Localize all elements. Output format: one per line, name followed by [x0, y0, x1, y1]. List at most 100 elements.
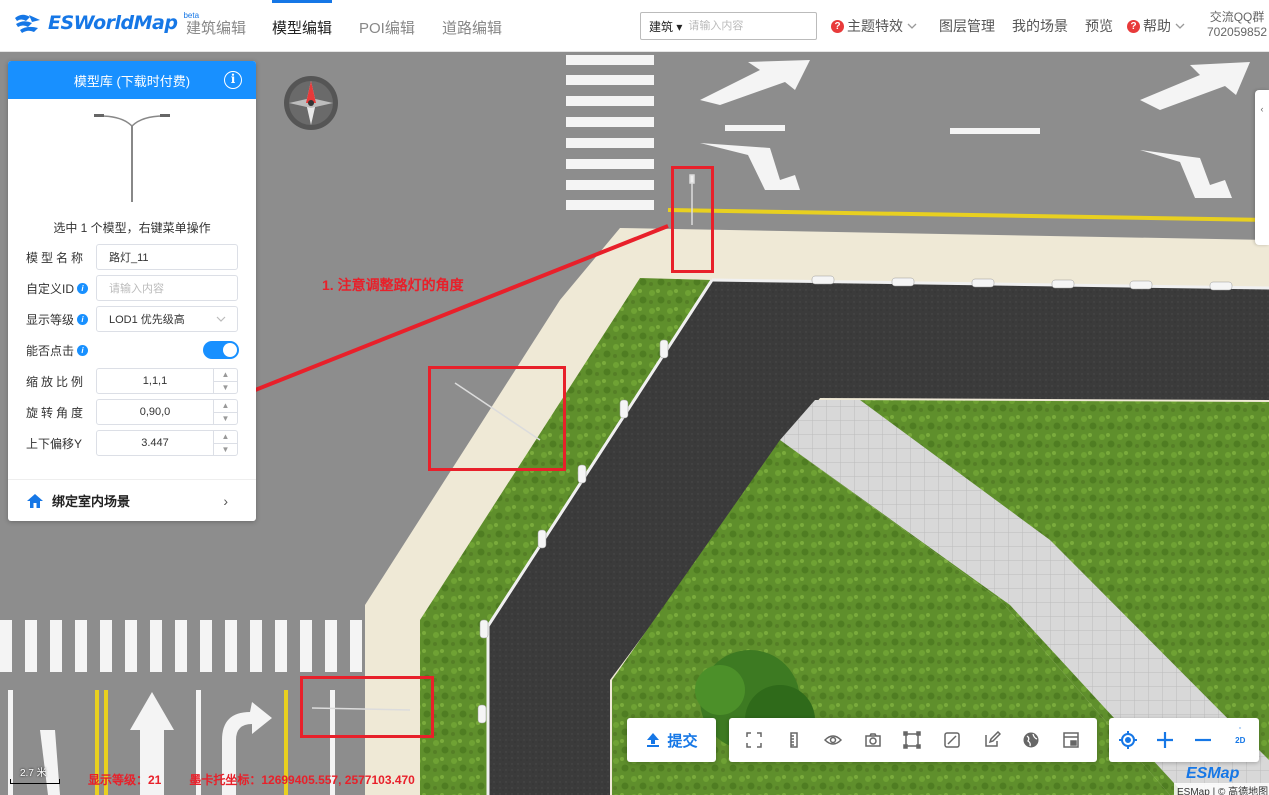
side-panel-toggle[interactable]: ‹ — [1255, 90, 1269, 245]
model-name-row: 模型名称 路灯_11 — [8, 244, 256, 270]
logo-text: ESWorldMap — [48, 12, 178, 34]
copyright-text: ESMap | © 高德地图 — [1174, 783, 1269, 795]
chevron-right-icon: › — [223, 492, 228, 509]
rotation-stepper[interactable]: ▲ ▼ — [213, 400, 237, 424]
submit-label: 提交 — [667, 732, 698, 750]
display-level-status: 显示等级：21 — [88, 773, 162, 787]
info-icon[interactable]: i — [224, 71, 242, 89]
zoom-out-icon[interactable] — [1190, 727, 1216, 753]
offset-row: 上下偏移Y 3.447 ▲ ▼ — [8, 430, 256, 456]
help-label: 帮助 — [1143, 18, 1171, 34]
display-level-label: 显示等级 — [26, 312, 75, 327]
rotation-row: 旋转角度 0,90,0 ▲ ▼ — [8, 399, 256, 425]
layer-manage-button[interactable]: 图层管理 — [939, 16, 995, 36]
chevron-down-icon[interactable]: ▼ — [214, 382, 237, 394]
display-level-select[interactable]: LOD1 优先级高 — [96, 306, 238, 332]
bind-indoor-scene-row[interactable]: 绑定室内场景 › — [8, 479, 256, 521]
bind-indoor-label: 绑定室内场景 — [52, 494, 131, 509]
display-level-value: LOD1 优先级高 — [109, 314, 185, 326]
chevron-up-icon[interactable]: ▲ — [214, 400, 237, 413]
search-type-select[interactable]: 建筑 ▾ — [641, 18, 688, 35]
selection-text: 选中 1 个模型，右键菜单操作 — [53, 221, 211, 235]
fullscreen-icon[interactable] — [744, 729, 766, 751]
panel-header: 模型库 (下载时付费) i — [8, 61, 256, 99]
theme-effects-menu[interactable]: ? 主题特效 — [831, 16, 918, 36]
view-mode-toggle[interactable]: 2D — [1227, 727, 1253, 753]
chevron-up-icon[interactable]: ▲ — [214, 369, 237, 382]
help-menu[interactable]: ? 帮助 — [1127, 16, 1186, 36]
panel-title: 模型库 (下载时付费) — [73, 73, 191, 89]
offset-input[interactable]: 3.447 ▲ ▼ — [96, 430, 238, 456]
highlight-box-lamp-3 — [300, 676, 434, 738]
highlight-box-lamp-2 — [428, 366, 566, 471]
nav-poi-edit[interactable]: POI编辑 — [359, 17, 415, 38]
help-circle-icon: ? — [1127, 19, 1140, 33]
chevron-down-icon — [216, 316, 226, 322]
rotation-value: 0,90,0 — [139, 406, 171, 418]
rotation-label: 旋转角度 — [26, 405, 87, 420]
model-name-input[interactable]: 路灯_11 — [96, 244, 238, 270]
nav-road-edit[interactable]: 道路编辑 — [442, 17, 502, 38]
clickable-label-wrap: 能否点击 i — [26, 342, 89, 359]
display-level-label-wrap: 显示等级 i — [26, 311, 89, 328]
scale-stepper[interactable]: ▲ ▼ — [213, 369, 237, 393]
info-icon[interactable]: i — [77, 313, 89, 325]
clickable-toggle[interactable] — [203, 341, 239, 359]
highlight-box-lamp-1 — [671, 166, 714, 273]
scale-indicator-label: 2.7 米 — [20, 768, 47, 779]
display-level-row: 显示等级 i LOD1 优先级高 — [8, 306, 256, 332]
model-library-panel: 模型库 (下载时付费) i 选中 1 个模型，右键菜单操作 模型名称 路灯_11… — [8, 61, 256, 521]
clickable-row: 能否点击 i — [8, 337, 256, 363]
camera-icon[interactable] — [862, 729, 884, 751]
eye-icon[interactable] — [823, 729, 845, 751]
select-area-icon[interactable] — [902, 729, 924, 751]
info-icon[interactable]: i — [77, 344, 89, 356]
qq-group: 交流QQ群 702059852 — [1207, 10, 1267, 40]
nav-model-edit[interactable]: 模型编辑 — [272, 17, 332, 38]
compass-icon[interactable] — [283, 75, 339, 131]
chevron-up-icon[interactable]: ▲ — [214, 431, 237, 444]
chevron-down-icon[interactable]: ▼ — [214, 444, 237, 456]
search-input[interactable] — [688, 20, 799, 32]
tools-toolbar — [729, 718, 1097, 762]
top-bar: ESWorldMap beta 建筑编辑 模型编辑 POI编辑 道路编辑 建筑 … — [0, 0, 1269, 52]
view-mode-label: 2D — [1235, 736, 1246, 745]
search-box: 建筑 ▾ — [640, 12, 817, 40]
street-lamp-icon — [94, 114, 170, 202]
preview-button[interactable]: 预览 — [1085, 16, 1113, 36]
edit-icon[interactable] — [981, 729, 1003, 751]
esmap-brand: ESMap — [1186, 765, 1240, 782]
chevron-down-icon[interactable]: ▼ — [214, 413, 237, 425]
nav-active-indicator — [272, 0, 332, 3]
nav-building-edit[interactable]: 建筑编辑 — [186, 17, 246, 38]
qq-group-number: 702059852 — [1207, 25, 1268, 39]
model-preview — [8, 99, 256, 213]
globe-icon[interactable] — [1021, 729, 1043, 751]
chevron-down-icon — [1175, 23, 1185, 29]
scale-input[interactable]: 1,1,1 ▲ ▼ — [96, 368, 238, 394]
custom-id-input[interactable]: 请输入内容 — [96, 275, 238, 301]
scale-bar — [10, 779, 60, 784]
theme-effects-label: 主题特效 — [847, 18, 903, 34]
layer-panel-icon[interactable] — [1060, 729, 1082, 751]
locate-icon[interactable] — [1115, 727, 1141, 753]
rotation-input[interactable]: 0,90,0 ▲ ▼ — [96, 399, 238, 425]
model-name-label: 模型名称 — [26, 250, 87, 265]
my-scene-button[interactable]: 我的场景 — [1012, 16, 1068, 36]
chevron-down-icon — [907, 23, 917, 29]
zoom-toolbar: 2D — [1109, 718, 1259, 762]
info-icon[interactable]: i — [77, 282, 89, 294]
image-edit-icon[interactable] — [942, 729, 964, 751]
help-circle-icon: ? — [831, 19, 844, 33]
custom-id-label-wrap: 自定义ID i — [26, 280, 89, 297]
scale-row: 缩放比例 1,1,1 ▲ ▼ — [8, 368, 256, 394]
ruler-icon[interactable] — [783, 729, 805, 751]
scale-indicator: 2.7 米 — [10, 764, 60, 784]
submit-button[interactable]: 提交 — [627, 718, 716, 762]
logo[interactable]: ESWorldMap beta — [12, 11, 199, 34]
esmap-logo-icon — [15, 14, 40, 33]
offset-stepper[interactable]: ▲ ▼ — [213, 431, 237, 455]
custom-id-row: 自定义ID i 请输入内容 — [8, 275, 256, 301]
zoom-in-icon[interactable] — [1152, 727, 1178, 753]
custom-id-label: 自定义ID — [26, 281, 75, 296]
